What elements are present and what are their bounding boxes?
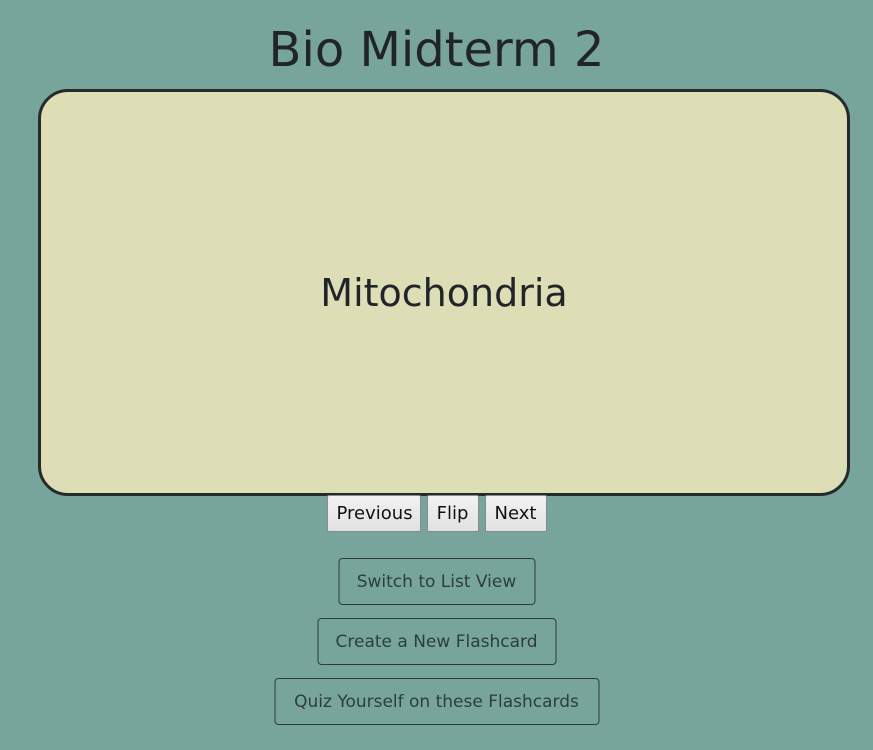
flip-button[interactable]: Flip — [426, 495, 479, 532]
switch-to-list-view-button[interactable]: Switch to List View — [338, 558, 535, 605]
flashcard-navigation: Previous Flip Next — [0, 495, 873, 532]
previous-button[interactable]: Previous — [326, 495, 421, 532]
create-flashcard-button[interactable]: Create a New Flashcard — [317, 618, 556, 665]
next-button[interactable]: Next — [484, 495, 547, 532]
deck-title: Bio Midterm 2 — [268, 22, 605, 78]
flashcard[interactable]: Mitochondria — [38, 89, 850, 496]
quiz-yourself-button[interactable]: Quiz Yourself on these Flashcards — [274, 678, 599, 725]
flashcard-term: Mitochondria — [320, 270, 568, 315]
